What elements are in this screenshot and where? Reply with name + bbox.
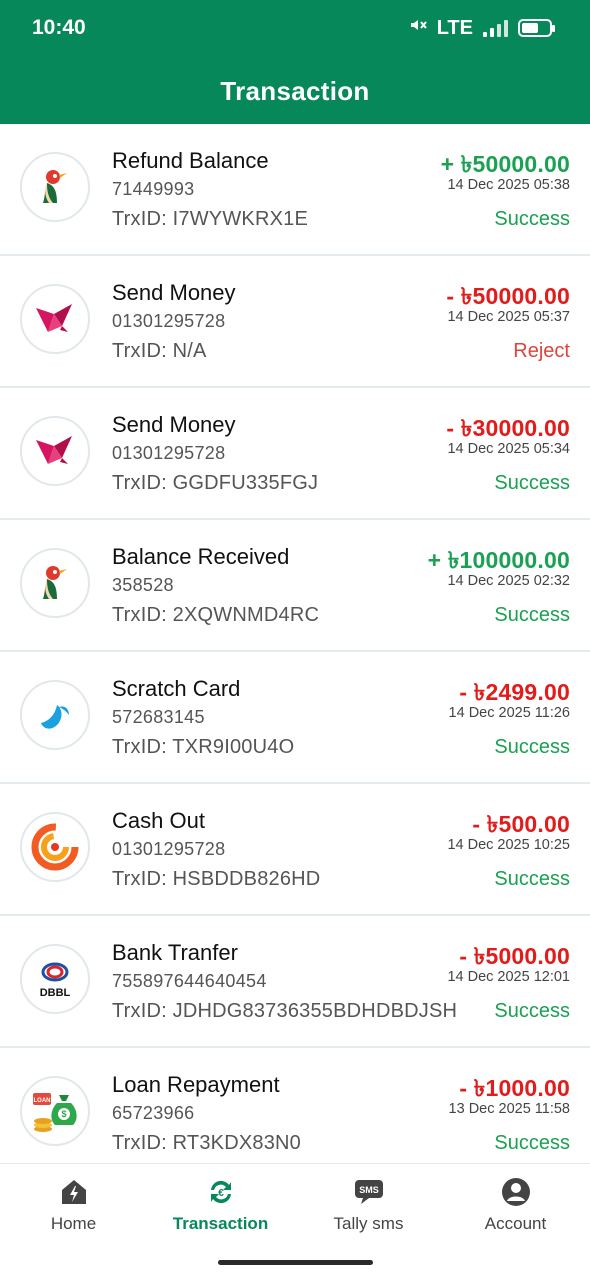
transaction-row[interactable]: Scratch Card 572683145 TrxID: TXR9I00U4O… xyxy=(0,652,590,784)
transaction-status: Success xyxy=(494,208,570,230)
nav-label: Account xyxy=(484,1214,547,1233)
transaction-date: 14 Dec 2025 02:32 xyxy=(447,573,570,589)
page-title: Transaction xyxy=(220,76,370,106)
transaction-date: 13 Dec 2025 11:58 xyxy=(448,1101,570,1117)
account-icon xyxy=(500,1176,532,1208)
transaction-title: Send Money xyxy=(112,280,236,305)
transaction-row[interactable]: DBBL Bank Tranfer 755897644640454 TrxID:… xyxy=(0,916,590,1048)
transaction-title: Loan Repayment xyxy=(112,1072,280,1097)
transaction-row[interactable]: Balance Received 358528 TrxID: 2XQWNMD4R… xyxy=(0,520,590,652)
nav-label: Transaction xyxy=(172,1214,269,1233)
network-label: LTE xyxy=(436,16,473,39)
transaction-status: Success xyxy=(494,1132,570,1154)
transaction-number: 572683145 xyxy=(112,707,205,727)
nagad-icon xyxy=(20,812,90,882)
money-bag-icon: LOAN $ xyxy=(20,1076,90,1146)
transaction-title: Send Money xyxy=(112,412,236,437)
transaction-date: 14 Dec 2025 12:01 xyxy=(447,969,570,985)
transaction-number: 71449993 xyxy=(112,179,195,199)
svg-text:€: € xyxy=(218,1188,224,1199)
transaction-icon: € xyxy=(205,1176,237,1208)
app-header: 10:40 LTE Transaction xyxy=(0,0,590,124)
transaction-title: Refund Balance xyxy=(112,148,269,173)
bkash-bird-icon xyxy=(20,416,90,486)
transaction-status: Success xyxy=(494,604,570,626)
transaction-id: TrxID: GGDFU335FGJ xyxy=(112,472,319,494)
transaction-date: 14 Dec 2025 05:37 xyxy=(447,309,570,325)
transaction-date: 14 Dec 2025 11:26 xyxy=(448,705,570,721)
transaction-title: Scratch Card xyxy=(112,676,241,701)
transaction-number: 01301295728 xyxy=(112,311,226,331)
transaction-row[interactable]: Send Money 01301295728 TrxID: N/A - ৳500… xyxy=(0,256,590,388)
transaction-id: TrxID: TXR9I00U4O xyxy=(112,736,295,758)
transaction-date: 14 Dec 2025 10:25 xyxy=(447,837,570,853)
sms-icon: SMS xyxy=(353,1176,385,1208)
nav-home[interactable]: Home xyxy=(0,1176,147,1234)
transaction-id: TrxID: I7WYWKRX1E xyxy=(112,208,309,230)
robi-bird-icon xyxy=(20,152,90,222)
robi-bird-icon xyxy=(20,548,90,618)
transaction-status: Success xyxy=(494,1000,570,1022)
transaction-title: Balance Received xyxy=(112,544,290,569)
grameenphone-icon xyxy=(20,680,90,750)
dbbl-bank-icon: DBBL xyxy=(20,944,90,1014)
transaction-number: 01301295728 xyxy=(112,839,226,859)
transaction-list: Refund Balance 71449993 TrxID: I7WYWKRX1… xyxy=(0,124,590,1180)
nav-tally-sms[interactable]: SMS Tally sms xyxy=(295,1176,442,1234)
transaction-id: TrxID: N/A xyxy=(112,340,207,362)
transaction-status: Success xyxy=(494,736,570,758)
transaction-id: TrxID: 2XQWNMD4RC xyxy=(112,604,320,626)
svg-text:LOAN: LOAN xyxy=(34,1098,51,1104)
nav-transaction[interactable]: € Transaction xyxy=(147,1176,294,1234)
transaction-title: Cash Out xyxy=(112,808,205,833)
transaction-number: 65723966 xyxy=(112,1103,195,1123)
battery-icon xyxy=(518,19,555,37)
transaction-title: Bank Tranfer xyxy=(112,940,238,965)
transaction-row[interactable]: Refund Balance 71449993 TrxID: I7WYWKRX1… xyxy=(0,124,590,256)
transaction-row[interactable]: Cash Out 01301295728 TrxID: HSBDDB826HD … xyxy=(0,784,590,916)
svg-text:DBBL: DBBL xyxy=(40,987,71,999)
svg-text:$: $ xyxy=(61,1109,66,1119)
svg-text:SMS: SMS xyxy=(359,1185,379,1195)
status-time: 10:40 xyxy=(32,16,86,39)
status-icons: LTE xyxy=(409,16,555,40)
transaction-row[interactable]: LOAN $ Loan Repayment 65723966 TrxID: RT… xyxy=(0,1048,590,1180)
nav-label: Home xyxy=(50,1214,97,1233)
nav-label: Tally sms xyxy=(333,1214,404,1233)
transaction-id: TrxID: HSBDDB826HD xyxy=(112,868,321,890)
transaction-number: 01301295728 xyxy=(112,443,226,463)
transaction-id: TrxID: JDHDG83736355BDHDBDJSH xyxy=(112,1000,458,1022)
home-indicator xyxy=(218,1260,373,1265)
bkash-bird-icon xyxy=(20,284,90,354)
nav-account[interactable]: Account xyxy=(442,1176,589,1234)
transaction-status: Reject xyxy=(513,340,570,362)
transaction-number: 358528 xyxy=(112,575,174,595)
transaction-id: TrxID: RT3KDX83N0 xyxy=(112,1132,302,1154)
signal-icon xyxy=(483,19,508,37)
transaction-status: Success xyxy=(494,868,570,890)
mute-icon xyxy=(409,16,427,40)
transaction-number: 755897644640454 xyxy=(112,971,267,991)
transaction-date: 14 Dec 2025 05:34 xyxy=(447,441,570,457)
transaction-status: Success xyxy=(494,472,570,494)
transaction-row[interactable]: Send Money 01301295728 TrxID: GGDFU335FG… xyxy=(0,388,590,520)
transaction-date: 14 Dec 2025 05:38 xyxy=(447,177,570,193)
home-icon xyxy=(58,1176,90,1208)
